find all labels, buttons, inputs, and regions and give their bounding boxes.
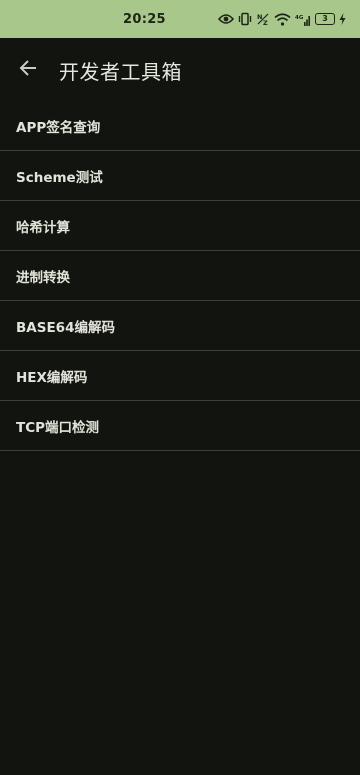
status-icons: N Z 4G 3 bbox=[218, 10, 346, 28]
tool-item-label: 哈希计算 bbox=[16, 219, 70, 236]
page-title: 开发者工具箱 bbox=[59, 59, 182, 84]
tool-item-base64[interactable]: BASE64编解码 bbox=[0, 301, 360, 351]
vibrate-icon bbox=[238, 12, 252, 26]
tool-item-scheme-test[interactable]: Scheme测试 bbox=[0, 151, 360, 201]
signal-icon: 4G bbox=[295, 13, 311, 26]
battery-level: 3 bbox=[315, 13, 335, 25]
tool-item-base-convert[interactable]: 进制转换 bbox=[0, 251, 360, 301]
back-button[interactable] bbox=[0, 38, 56, 102]
tool-item-label: APP签名查询 bbox=[16, 120, 101, 136]
battery-icon: 3 bbox=[315, 13, 335, 25]
eye-icon bbox=[218, 13, 234, 25]
tool-item-hex[interactable]: HEX编解码 bbox=[0, 351, 360, 401]
svg-text:Z: Z bbox=[263, 19, 268, 26]
app-bar: 开发者工具箱 bbox=[0, 38, 360, 102]
charging-icon bbox=[339, 13, 346, 25]
tool-item-app-signature[interactable]: APP签名查询 bbox=[0, 102, 360, 151]
status-bar: 20:25 N Z 4G 3 bbox=[0, 0, 360, 38]
tool-item-tcp-port[interactable]: TCP端口检测 bbox=[0, 401, 360, 451]
status-time: 20:25 bbox=[123, 12, 166, 27]
tool-item-label: TCP端口检测 bbox=[16, 419, 100, 436]
tool-item-label: 进制转换 bbox=[16, 269, 70, 286]
tool-item-label: HEX编解码 bbox=[16, 369, 88, 386]
nfc-icon: N Z bbox=[256, 12, 270, 26]
tool-list: APP签名查询 Scheme测试 哈希计算 进制转换 BASE64编解码 HEX… bbox=[0, 102, 360, 451]
tool-item-label: Scheme测试 bbox=[16, 169, 103, 186]
tool-item-hash[interactable]: 哈希计算 bbox=[0, 201, 360, 251]
wifi-icon bbox=[274, 12, 291, 26]
svg-text:4G: 4G bbox=[295, 15, 304, 21]
tool-item-label: BASE64编解码 bbox=[16, 319, 115, 336]
arrow-left-icon bbox=[19, 59, 37, 81]
